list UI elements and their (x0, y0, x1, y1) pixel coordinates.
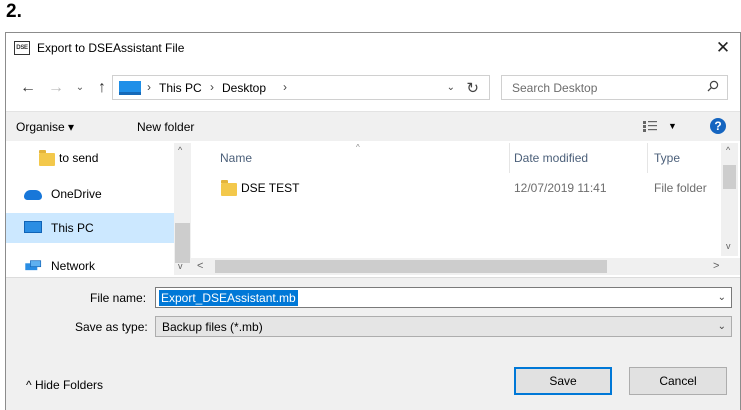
close-icon[interactable]: ✕ (712, 37, 734, 59)
nav-item-onedrive[interactable]: OneDrive (6, 179, 174, 209)
view-dropdown-icon[interactable]: ▼ (668, 121, 677, 131)
command-bar: Organise ▾ New folder ▼ ? (6, 111, 740, 141)
search-placeholder: Search Desktop (512, 81, 598, 95)
scroll-right-icon[interactable]: > (713, 260, 719, 272)
file-name-value[interactable]: Export_DSEAssistant.mb (159, 290, 298, 306)
up-arrow-icon[interactable]: ↑ (92, 78, 112, 98)
navigation-bar: ← → ⌄ ↑ › This PC › Desktop › ⌄ ↻ Search… (6, 73, 740, 103)
step-label: 2. (6, 1, 22, 22)
title-bar: DSE Export to DSEAssistant File ✕ (6, 33, 740, 64)
address-bar[interactable]: › This PC › Desktop › ⌄ ↻ (112, 75, 490, 100)
sort-caret-icon: ^ (356, 143, 360, 152)
file-type: File folder (654, 181, 707, 195)
scroll-left-icon[interactable]: < (197, 260, 203, 272)
file-name-field[interactable]: Export_DSEAssistant.mb ⌄ (155, 287, 732, 308)
file-date-modified: 12/07/2019 11:41 (514, 181, 607, 195)
recent-locations-chevron-icon[interactable]: ⌄ (70, 78, 90, 98)
file-name-label: File name: (90, 291, 147, 305)
file-list-vertical-scrollbar[interactable]: ^ v (721, 143, 738, 256)
file-name-dropdown-icon[interactable]: ⌄ (718, 292, 726, 303)
window-title: Export to DSEAssistant File (37, 41, 185, 55)
column-divider[interactable] (509, 143, 510, 173)
column-header-date-modified[interactable]: Date modified (514, 151, 588, 165)
address-dropdown-icon[interactable]: ⌄ (447, 82, 455, 93)
file-list-pane: ^ Name Date modified Type DSE TEST 12/07… (191, 143, 740, 275)
view-options-icon[interactable] (643, 121, 657, 132)
breadcrumb-separator: › (147, 80, 151, 94)
column-header-type[interactable]: Type (654, 151, 680, 165)
hide-folders-button[interactable]: ^ Hide Folders (26, 378, 103, 392)
scrollbar-thumb[interactable] (215, 260, 607, 273)
column-divider[interactable] (647, 143, 648, 173)
nav-item-label: This PC (51, 221, 94, 235)
file-name: DSE TEST (241, 181, 300, 195)
folder-icon (221, 180, 237, 196)
breadcrumb-separator: › (210, 80, 214, 94)
scrollbar-thumb[interactable] (723, 165, 736, 189)
scroll-down-icon[interactable]: v (178, 261, 183, 271)
nav-item-to-send[interactable]: to send (6, 143, 174, 173)
app-icon: DSE (14, 41, 30, 55)
refresh-icon[interactable]: ↻ (466, 79, 479, 97)
nav-pane-scrollbar[interactable]: ^ v (174, 143, 191, 275)
column-header-name[interactable]: Name (220, 151, 252, 165)
this-pc-icon (24, 221, 42, 233)
cancel-button[interactable]: Cancel (629, 367, 727, 395)
scroll-up-icon[interactable]: ^ (178, 145, 182, 155)
export-dialog: DSE Export to DSEAssistant File ✕ ← → ⌄ … (5, 32, 741, 410)
help-icon[interactable]: ? (710, 118, 726, 134)
navigation-pane: to send OneDrive This PC Network (6, 143, 189, 275)
save-as-type-value: Backup files (*.mb) (162, 320, 263, 334)
nav-item-label: OneDrive (51, 187, 102, 201)
file-row[interactable]: DSE TEST 12/07/2019 11:41 File folder (191, 177, 721, 201)
save-as-type-dropdown-icon[interactable]: ⌄ (718, 321, 726, 332)
save-as-type-label: Save as type: (75, 320, 148, 334)
save-as-type-select[interactable]: Backup files (*.mb) ⌄ (155, 316, 732, 337)
new-folder-button[interactable]: New folder (137, 120, 194, 134)
nav-item-this-pc[interactable]: This PC (6, 213, 174, 243)
network-icon (25, 260, 42, 271)
search-icon[interactable] (707, 80, 719, 92)
search-input[interactable]: Search Desktop (501, 75, 728, 100)
forward-arrow-icon[interactable]: → (46, 78, 66, 98)
scroll-up-icon[interactable]: ^ (726, 145, 730, 155)
folder-icon (39, 150, 55, 166)
nav-item-label: Network (51, 259, 96, 273)
organise-menu-button[interactable]: Organise ▾ (16, 120, 74, 134)
onedrive-icon (24, 190, 42, 200)
scroll-down-icon[interactable]: v (726, 241, 731, 251)
back-arrow-icon[interactable]: ← (18, 78, 38, 98)
save-options-panel: File name: Export_DSEAssistant.mb ⌄ Save… (6, 277, 740, 410)
breadcrumb-this-pc[interactable]: This PC (159, 81, 202, 95)
save-button[interactable]: Save (514, 367, 612, 395)
file-list-horizontal-scrollbar[interactable]: < > (191, 258, 740, 275)
scrollbar-thumb[interactable] (175, 223, 190, 263)
nav-item-label: to send (59, 151, 99, 165)
breadcrumb-separator[interactable]: › (283, 80, 287, 94)
nav-item-network[interactable]: Network (6, 251, 174, 275)
this-pc-icon (119, 81, 141, 95)
breadcrumb-desktop[interactable]: Desktop (222, 81, 266, 95)
